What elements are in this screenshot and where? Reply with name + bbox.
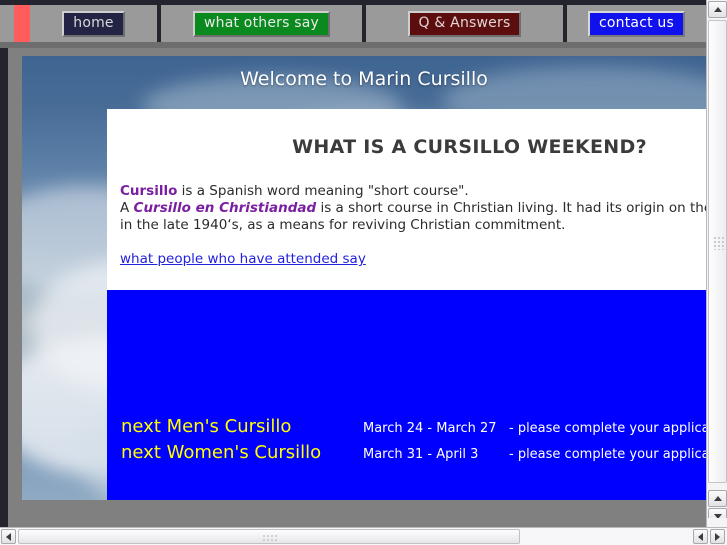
keyword-cursillo: Cursillo: [120, 183, 178, 199]
card-heading: WHAT IS A CURSILLO WEEKEND?: [292, 136, 647, 158]
nav-cell-contact-us[interactable]: contact us: [567, 5, 706, 42]
card-line-1: Cursillo is a Spanish word meaning "shor…: [120, 183, 706, 200]
schedule-note-women: - please complete your application form: [509, 447, 706, 462]
scrollbar-grip-icon: [713, 236, 724, 250]
nav-cell-q-and-answers[interactable]: Q & Answers: [366, 5, 567, 42]
browser-window: home what others say Q & Answers contact…: [0, 0, 727, 545]
keyword-cursillo-en-christiandad: Cursillo en Christiandad: [133, 200, 317, 216]
navigation-bar: home what others say Q & Answers contact…: [0, 5, 706, 42]
schedule-note-men: - please complete your application form: [509, 421, 706, 436]
scroll-right-button[interactable]: [710, 529, 725, 544]
triangle-up-icon: [713, 7, 722, 12]
card-body-text: Cursillo is a Spanish word meaning "shor…: [120, 183, 706, 234]
scroll-left-button[interactable]: [1, 529, 16, 544]
scrollbar-corner: [706, 518, 727, 527]
red-accent-strip: [14, 5, 30, 42]
horizontal-scrollbar[interactable]: [0, 527, 727, 545]
schedule-title-women: next Women's Cursillo: [121, 442, 322, 463]
triangle-up-icon: [713, 496, 722, 501]
triangle-right-icon: [715, 532, 720, 541]
horizontal-scrollbar-thumb[interactable]: [18, 529, 520, 544]
card-line-2-rest: is a short course in Christian living. I…: [320, 200, 706, 216]
schedule-panel: next Men's Cursillo March 24 - March 27 …: [107, 290, 706, 500]
nav-what-others-say-button[interactable]: what others say: [192, 10, 331, 37]
nav-q-and-answers-button[interactable]: Q & Answers: [407, 10, 522, 37]
card-line-1-rest: is a Spanish word meaning "short course"…: [177, 183, 469, 199]
schedule-title-men: next Men's Cursillo: [121, 416, 292, 437]
nav-home-button[interactable]: home: [62, 10, 125, 37]
nav-contact-us-button[interactable]: contact us: [587, 10, 685, 37]
page-left-margin: [0, 48, 8, 527]
schedule-dates-women: March 31 - April 3: [363, 447, 479, 462]
scrollbar-grip-icon: [262, 534, 278, 543]
attendees-testimonials-link[interactable]: what people who have attended say: [120, 251, 366, 268]
schedule-dates-men: March 24 - March 27: [363, 421, 497, 436]
nav-cell-home[interactable]: home: [30, 5, 161, 42]
page-viewport: home what others say Q & Answers contact…: [0, 0, 706, 527]
triangle-left-icon: [6, 532, 11, 541]
card-line-2: A Cursillo en Christiandad is a short co…: [120, 200, 706, 217]
scroll-left-button-right[interactable]: [693, 529, 708, 544]
page-body: Welcome to Marin Cursillo WHAT IS A CURS…: [0, 48, 706, 527]
vertical-scrollbar-thumb[interactable]: [708, 20, 727, 483]
triangle-left-icon: [698, 532, 703, 541]
vertical-scrollbar[interactable]: [706, 0, 727, 527]
schedule-row-women: next Women's Cursillo March 31 - April 3…: [121, 442, 706, 466]
card-line-2-pre: A: [120, 200, 134, 216]
schedule-row-men: next Men's Cursillo March 24 - March 27 …: [121, 416, 706, 440]
banner-title: Welcome to Marin Cursillo: [240, 68, 488, 90]
card-line-3: in the late 1940‘s, as a means for reviv…: [120, 217, 566, 233]
nav-cell-what-others-say[interactable]: what others say: [161, 5, 366, 42]
scroll-up-button-bottom[interactable]: [708, 490, 727, 507]
scroll-up-button[interactable]: [708, 1, 727, 18]
